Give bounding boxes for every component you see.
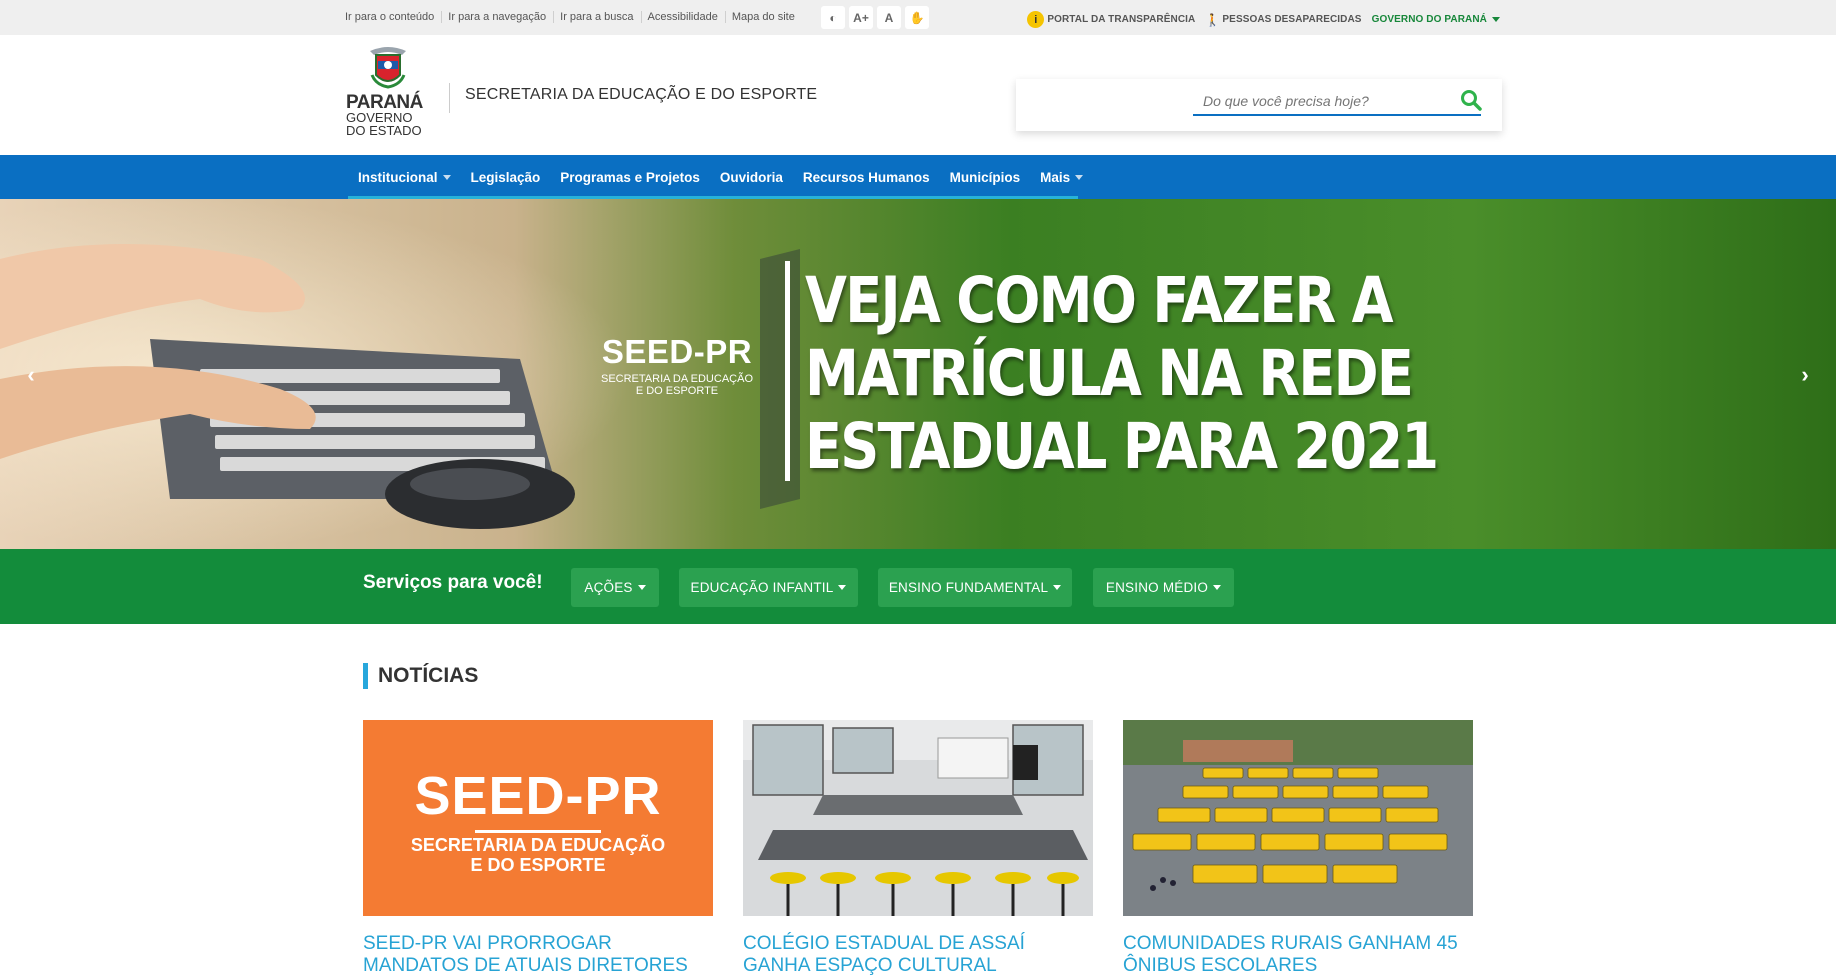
service-ensino-fundamental-label: ENSINO FUNDAMENTAL [888,580,1049,595]
nav-mais-label: Mais [1040,169,1071,185]
utility-bar: Ir para o conteúdo Ir para a navegação I… [0,0,1836,35]
news-card-image[interactable] [743,720,1093,916]
contrast-button[interactable]: ◐ [821,6,845,29]
news-card-title-line2: MANDATOS DE ATUAIS DIRETORES [363,955,688,976]
sign-language-button[interactable]: ✋ [905,6,929,29]
chevron-down-icon [838,585,847,590]
nav-municipios[interactable]: Municípios [940,155,1031,199]
services-title: Serviços para você! [363,572,543,593]
news-card-title-line2: ÔNIBUS ESCOLARES [1123,955,1318,976]
service-acoes-button[interactable]: AÇÕES [571,568,659,607]
info-icon: i [1027,11,1045,28]
transparency-portal-link[interactable]: i PORTAL DA TRANSPARÊNCIA [1027,11,1195,28]
increase-font-button[interactable]: A+ [849,6,873,29]
news-card-title-line1: COLÉGIO ESTADUAL DE ASSAÍ [743,933,1025,954]
coat-of-arms-icon [370,47,406,89]
logo-sub-line2: DO ESTADO [346,123,422,138]
skip-links: Ir para o conteúdo Ir para a navegação I… [345,11,802,23]
gov-links: i PORTAL DA TRANSPARÊNCIA 🚶 PESSOAS DESA… [1017,11,1500,28]
service-ensino-medio-label: ENSINO MÉDIO [1105,580,1209,595]
search-input[interactable] [1193,87,1481,116]
banner-headline-line2: MATRÍCULA NA REDE [805,337,1414,410]
chevron-down-icon [1213,585,1222,590]
news-card-image[interactable] [1123,720,1473,916]
missing-persons-link[interactable]: 🚶 PESSOAS DESAPARECIDAS [1205,13,1361,27]
nav-recursos-humanos[interactable]: Recursos Humanos [793,155,940,199]
nav-municipios-label: Municípios [949,169,1021,185]
nav-institucional[interactable]: Institucional [348,155,461,199]
service-ensino-fundamental-button[interactable]: ENSINO FUNDAMENTAL [878,568,1072,607]
service-acoes-label: AÇÕES [584,580,633,595]
banner-seed-sub-line1: SECRETARIA DA EDUCAÇÃO [601,373,753,385]
skip-to-search-link[interactable]: Ir para a busca [554,11,642,23]
news-card-title-line1: SEED-PR VAI PRORROGAR [363,933,612,954]
skip-to-navigation-link[interactable]: Ir para a navegação [442,11,555,23]
seed-card-sub-line1: SECRETARIA DA EDUCAÇÃO [410,835,666,855]
news-card-title[interactable]: SEED-PR VAI PRORROGAR MANDATOS DE ATUAIS… [363,933,723,977]
transparency-label: PORTAL DA TRANSPARÊNCIA [1047,14,1196,25]
missing-persons-label: PESSOAS DESAPARECIDAS [1222,14,1362,25]
seed-card-rule [475,830,601,833]
news-card-title-line2: GANHA ESPAÇO CULTURAL [743,955,997,976]
banner-seed-sub-line2: E DO ESPORTE [635,385,719,397]
news-card-title[interactable]: COMUNIDADES RURAIS GANHAM 45 ÔNIBUS ESCO… [1123,933,1483,977]
hero-carousel[interactable]: SEED-PR SECRETARIA DA EDUCAÇÃO E DO ESPO… [0,199,1836,549]
logo-subtitle: GOVERNO DO ESTADO [346,111,430,137]
reset-font-button[interactable]: A [877,6,901,29]
news-card-title-line1: COMUNIDADES RURAIS GANHAM 45 [1123,933,1458,954]
chevron-down-icon [442,174,451,180]
nav-mais[interactable]: Mais [1030,155,1093,199]
banner-headline: VEJA COMO FAZER A MATRÍCULA NA REDE ESTA… [805,264,1439,483]
carousel-next-arrow-icon[interactable]: › [1795,362,1815,387]
department-title[interactable]: SECRETARIA DA EDUCAÇÃO E DO ESPORTE [465,86,817,104]
chevron-down-icon [1053,585,1062,590]
seed-card-sub-line2: E DO ESPORTE [470,855,606,875]
search-icon[interactable] [1460,89,1482,111]
banner-seed-title: SEED-PR [601,333,753,370]
chevron-down-icon [1075,174,1084,180]
chevron-down-icon [1492,17,1500,22]
nav-ouvidoria-label: Ouvidoria [719,169,783,185]
banner-seed-subtitle: SECRETARIA DA EDUCAÇÃO E DO ESPORTE [592,373,762,397]
service-educacao-infantil-button[interactable]: EDUCAÇÃO INFANTIL [679,568,858,607]
gov-parana-dropdown[interactable]: GOVERNO DO PARANÁ [1372,14,1500,25]
site-header: PARANÁ GOVERNO DO ESTADO SECRETARIA DA E… [0,35,1836,155]
person-icon: 🚶 [1205,12,1221,27]
nav-rh-label: Recursos Humanos [802,169,930,185]
sitemap-link[interactable]: Mapa do site [726,11,802,23]
nav-ouvidoria[interactable]: Ouvidoria [710,155,793,199]
seed-card-title: SEED-PR [414,766,662,826]
seed-card-subtitle: SECRETARIA DA EDUCAÇÃO E DO ESPORTE [363,835,713,875]
accessibility-link[interactable]: Acessibilidade [642,11,726,23]
banner-divider [785,261,790,481]
service-ensino-medio-button[interactable]: ENSINO MÉDIO [1093,568,1234,607]
banner-headline-line1: VEJA COMO FAZER A [805,264,1394,337]
nav-legislacao[interactable]: Legislação [461,155,551,199]
main-navigation: Institucional Legislação Programas e Pro… [0,155,1836,199]
accessibility-tools: ◐ A+ A ✋ [821,6,929,29]
news-card-title[interactable]: COLÉGIO ESTADUAL DE ASSAÍ GANHA ESPAÇO C… [743,933,1103,977]
news-card-image[interactable]: SEED-PR SECRETARIA DA EDUCAÇÃO E DO ESPO… [363,720,713,916]
search-box [1016,79,1502,131]
nav-legislacao-label: Legislação [470,169,541,185]
banner-seed-logo: SEED-PR SECRETARIA DA EDUCAÇÃO E DO ESPO… [592,333,762,397]
chevron-down-icon [637,585,646,590]
parana-logo[interactable]: PARANÁ GOVERNO DO ESTADO [346,45,430,145]
logo-divider [449,83,450,113]
services-bar: Serviços para você! AÇÕES EDUCAÇÃO INFAN… [0,549,1836,624]
skip-to-content-link[interactable]: Ir para o conteúdo [345,11,443,23]
service-educacao-infantil-label: EDUCAÇÃO INFANTIL [690,580,834,595]
carousel-prev-arrow-icon[interactable]: ‹ [21,362,41,387]
banner-headline-line3: ESTADUAL PARA 2021 [805,410,1439,483]
gov-parana-label: GOVERNO DO PARANÁ [1371,14,1487,25]
nav-programas-label: Programas e Projetos [560,169,700,185]
nav-institucional-label: Institucional [358,169,438,185]
nav-programas-projetos[interactable]: Programas e Projetos [550,155,710,199]
news-heading: NOTÍCIAS [363,663,478,689]
